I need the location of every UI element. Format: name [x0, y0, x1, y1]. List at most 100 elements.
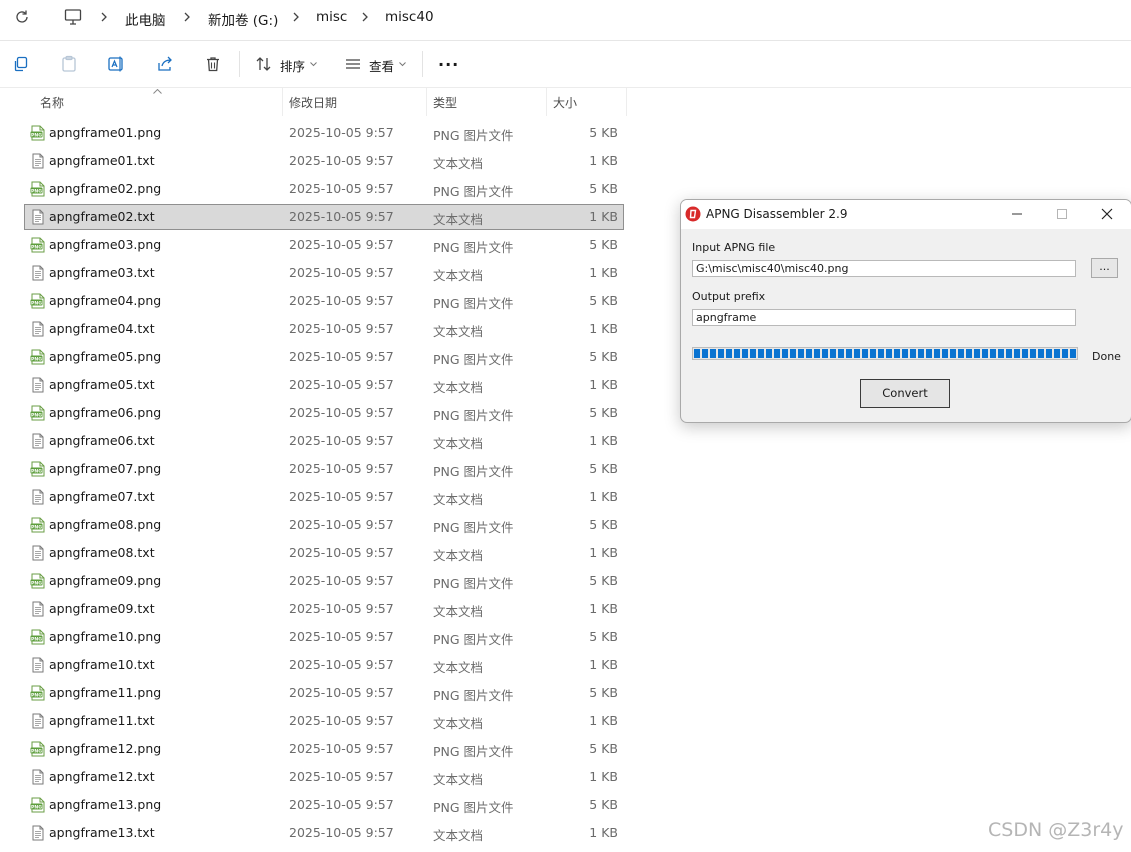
file-row[interactable]: apngframe02.txt 2025-10-05 9:57 文本文档 1 KB: [24, 204, 624, 230]
file-type: PNG 图片文件: [433, 520, 514, 535]
svg-text:PNG: PNG: [31, 524, 42, 530]
file-row[interactable]: PNG apngframe06.png 2025-10-05 9:57 PNG 图片文…: [25, 401, 623, 425]
file-row[interactable]: PNG apngframe05.png 2025-10-05 9:57 PNG 图片文…: [25, 345, 623, 369]
close-icon[interactable]: [1093, 204, 1121, 224]
input-file-field[interactable]: G:\misc\misc40\misc40.png: [692, 260, 1076, 277]
chevron-down-icon[interactable]: [399, 62, 406, 67]
svg-text:PNG: PNG: [31, 468, 42, 474]
file-row[interactable]: PNG apngframe01.png 2025-10-05 9:57 PNG 图片文…: [25, 121, 623, 145]
file-row[interactable]: PNG apngframe09.png 2025-10-05 9:57 PNG 图片文…: [25, 569, 623, 593]
window-titlebar[interactable]: APNG Disassembler 2.9: [681, 200, 1131, 229]
file-row[interactable]: apngframe08.txt 2025-10-05 9:57 文本文档 1 KB: [25, 541, 623, 565]
view-icon[interactable]: [344, 55, 362, 73]
file-row[interactable]: PNG apngframe12.png 2025-10-05 9:57 PNG 图片文…: [25, 737, 623, 761]
file-type: PNG 图片文件: [433, 352, 514, 367]
file-date: 2025-10-05 9:57: [289, 349, 394, 364]
breadcrumb-this-pc[interactable]: 此电脑: [125, 9, 166, 29]
file-row[interactable]: apngframe13.txt 2025-10-05 9:57 文本文档 1 KB: [25, 821, 623, 845]
column-header-size[interactable]: 大小: [553, 94, 577, 111]
column-header-date[interactable]: 修改日期: [289, 94, 337, 111]
file-size: 5 KB: [589, 237, 618, 252]
sort-ascending-icon: [153, 89, 162, 94]
copy-icon[interactable]: [12, 55, 30, 73]
file-row[interactable]: PNG apngframe11.png 2025-10-05 9:57 PNG 图片文…: [25, 681, 623, 705]
more-options-button[interactable]: ...: [438, 51, 459, 70]
file-date: 2025-10-05 9:57: [289, 545, 394, 560]
chevron-right-icon[interactable]: [183, 12, 191, 22]
file-row[interactable]: apngframe11.txt 2025-10-05 9:57 文本文档 1 KB: [25, 709, 623, 733]
file-row[interactable]: PNG apngframe10.png 2025-10-05 9:57 PNG 图片文…: [25, 625, 623, 649]
column-header-name[interactable]: 名称: [40, 94, 64, 111]
file-type: PNG 图片文件: [433, 632, 514, 647]
file-row[interactable]: PNG apngframe04.png 2025-10-05 9:57 PNG 图片文…: [25, 289, 623, 313]
file-row[interactable]: apngframe01.txt 2025-10-05 9:57 文本文档 1 KB: [25, 149, 623, 173]
text-file-icon: [30, 825, 46, 841]
file-row[interactable]: PNG apngframe07.png 2025-10-05 9:57 PNG 图片文…: [25, 457, 623, 481]
sort-button[interactable]: 排序: [280, 56, 305, 75]
file-row[interactable]: PNG apngframe13.png 2025-10-05 9:57 PNG 图片文…: [25, 793, 623, 817]
apng-app-icon: [685, 206, 701, 222]
column-divider[interactable]: [282, 88, 283, 116]
file-row[interactable]: PNG apngframe03.png 2025-10-05 9:57 PNG 图片文…: [25, 233, 623, 257]
maximize-icon[interactable]: [1048, 204, 1076, 224]
chevron-right-icon[interactable]: [361, 12, 369, 22]
file-type: PNG 图片文件: [433, 688, 514, 703]
file-name: apngframe05.txt: [49, 377, 155, 392]
file-date: 2025-10-05 9:57: [289, 825, 394, 840]
chevron-right-icon[interactable]: [100, 12, 108, 22]
minimize-icon[interactable]: [1003, 204, 1031, 224]
svg-text:PNG: PNG: [31, 636, 42, 642]
png-file-icon: PNG: [30, 405, 46, 421]
column-divider[interactable]: [626, 88, 627, 116]
share-icon[interactable]: [156, 55, 174, 73]
output-prefix-field[interactable]: apngframe: [692, 309, 1076, 326]
file-row[interactable]: apngframe04.txt 2025-10-05 9:57 文本文档 1 KB: [25, 317, 623, 341]
file-date: 2025-10-05 9:57: [289, 601, 394, 616]
file-size: 5 KB: [589, 629, 618, 644]
file-row[interactable]: PNG apngframe02.png 2025-10-05 9:57 PNG 图片文…: [25, 177, 623, 201]
file-type: 文本文档: [433, 492, 484, 507]
breadcrumb-misc40[interactable]: misc40: [385, 9, 434, 25]
file-row[interactable]: apngframe03.txt 2025-10-05 9:57 文本文档 1 KB: [25, 261, 623, 285]
browse-button[interactable]: ...: [1091, 258, 1118, 278]
text-file-icon: [30, 321, 46, 337]
file-size: 5 KB: [589, 293, 618, 308]
chevron-down-icon[interactable]: [310, 62, 317, 67]
chevron-right-icon[interactable]: [292, 12, 300, 22]
convert-button[interactable]: Convert: [860, 379, 950, 408]
file-row[interactable]: apngframe05.txt 2025-10-05 9:57 文本文档 1 KB: [25, 373, 623, 397]
text-file-icon: [30, 489, 46, 505]
computer-icon[interactable]: [64, 8, 82, 26]
file-name: apngframe06.txt: [49, 433, 155, 448]
file-name: apngframe05.png: [49, 349, 162, 364]
trash-icon[interactable]: [204, 55, 222, 73]
file-row[interactable]: apngframe12.txt 2025-10-05 9:57 文本文档 1 KB: [25, 765, 623, 789]
column-header-row: 名称 修改日期 类型 大小: [0, 88, 640, 116]
svg-text:PNG: PNG: [31, 412, 42, 418]
file-size: 1 KB: [589, 377, 618, 392]
column-header-type[interactable]: 类型: [433, 94, 457, 111]
file-row[interactable]: PNG apngframe08.png 2025-10-05 9:57 PNG 图片文…: [25, 513, 623, 537]
file-row[interactable]: apngframe07.txt 2025-10-05 9:57 文本文档 1 KB: [25, 485, 623, 509]
file-name: apngframe02.png: [49, 181, 162, 196]
rename-icon[interactable]: [107, 55, 125, 73]
file-size: 1 KB: [589, 657, 618, 672]
file-name: apngframe11.png: [49, 685, 162, 700]
file-size: 1 KB: [589, 601, 618, 616]
file-row[interactable]: apngframe09.txt 2025-10-05 9:57 文本文档 1 KB: [25, 597, 623, 621]
progress-bar: [692, 347, 1078, 360]
column-divider[interactable]: [426, 88, 427, 116]
refresh-icon[interactable]: [14, 9, 30, 25]
file-name: apngframe08.txt: [49, 545, 155, 560]
column-divider[interactable]: [546, 88, 547, 116]
paste-icon[interactable]: [60, 55, 78, 73]
toolbar-divider: [422, 51, 423, 77]
breadcrumb-misc[interactable]: misc: [316, 9, 347, 25]
view-button[interactable]: 查看: [369, 56, 394, 75]
file-date: 2025-10-05 9:57: [289, 573, 394, 588]
sort-icon[interactable]: [255, 55, 273, 73]
file-row[interactable]: apngframe10.txt 2025-10-05 9:57 文本文档 1 KB: [25, 653, 623, 677]
file-row[interactable]: apngframe06.txt 2025-10-05 9:57 文本文档 1 KB: [25, 429, 623, 453]
file-type: PNG 图片文件: [433, 744, 514, 759]
breadcrumb-drive[interactable]: 新加卷 (G:): [208, 9, 278, 29]
